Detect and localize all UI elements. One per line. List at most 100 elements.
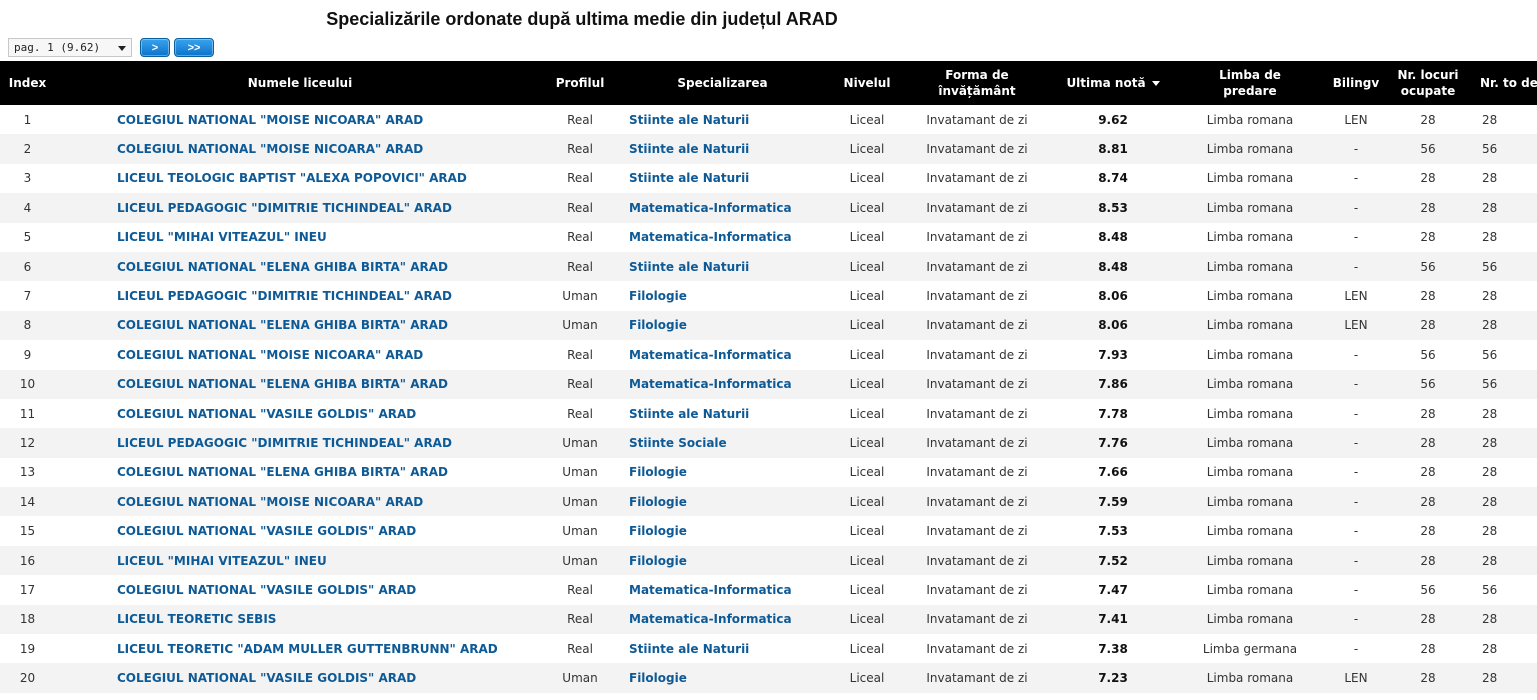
specialization-link[interactable]: Filologie	[629, 554, 687, 568]
specialization-link[interactable]: Matematica-Informatica	[629, 612, 792, 626]
cell-profile: Uman	[562, 524, 598, 539]
school-link[interactable]: LICEUL TEOLOGIC BAPTIST "ALEXA POPOVICI"…	[117, 171, 467, 185]
cell-form: Invatamant de zi	[926, 465, 1028, 480]
table-header-row: Index Numele liceului Profilul Specializ…	[0, 61, 1537, 105]
cell-specialization: Stiinte ale Naturii	[615, 252, 830, 281]
cell-form: Invatamant de zi	[926, 112, 1028, 127]
school-link[interactable]: LICEUL "MIHAI VITEAZUL" INEU	[117, 230, 327, 244]
specialization-link[interactable]: Matematica-Informatica	[629, 201, 792, 215]
cell-index: 10	[19, 377, 36, 392]
specialization-link[interactable]: Matematica-Informatica	[629, 230, 792, 244]
specialization-link[interactable]: Matematica-Informatica	[629, 583, 792, 597]
cell-index: 14	[19, 494, 36, 509]
cell-language: Limba romana	[1206, 494, 1294, 509]
cell-index: 1	[23, 112, 32, 127]
school-link[interactable]: LICEUL "MIHAI VITEAZUL" INEU	[117, 554, 327, 568]
school-link[interactable]: COLEGIUL NATIONAL "ELENA GHIBA BIRTA" AR…	[117, 260, 448, 274]
table-row: 11 COLEGIUL NATIONAL "VASILE GOLDIS" ARAD…	[0, 399, 1537, 428]
header-school[interactable]: Numele liceului	[55, 61, 545, 105]
cell-total: 28	[1482, 612, 1498, 627]
cell-occupied: 56	[1420, 347, 1436, 362]
school-link[interactable]: LICEUL PEDAGOGIC "DIMITRIE TICHINDEAL" A…	[117, 289, 452, 303]
header-specialization[interactable]: Specializarea	[615, 61, 830, 105]
school-link[interactable]: LICEUL TEORETIC "ADAM MULLER GUTTENBRUNN…	[117, 642, 498, 656]
specialization-link[interactable]: Stiinte ale Naturii	[629, 407, 749, 421]
sort-desc-icon	[1151, 81, 1160, 86]
school-link[interactable]: COLEGIUL NATIONAL "VASILE GOLDIS" ARAD	[117, 524, 416, 538]
school-link[interactable]: COLEGIUL NATIONAL "ELENA GHIBA BIRTA" AR…	[117, 377, 448, 391]
specialization-link[interactable]: Matematica-Informatica	[629, 348, 792, 362]
cell-profile: Real	[567, 142, 593, 157]
cell-language: Limba romana	[1206, 318, 1294, 333]
specialization-link[interactable]: Filologie	[629, 289, 687, 303]
cell-form: Invatamant de zi	[926, 171, 1028, 186]
cell-bilingual: -	[1353, 494, 1359, 509]
last-page-button[interactable]: >>	[174, 38, 214, 57]
school-link[interactable]: COLEGIUL NATIONAL "ELENA GHIBA BIRTA" AR…	[117, 318, 448, 332]
header-language[interactable]: Limba de predare	[1176, 61, 1324, 105]
specialization-link[interactable]: Stiinte ale Naturii	[629, 642, 749, 656]
cell-form: Invatamant de zi	[926, 318, 1028, 333]
cell-specialization: Matematica-Informatica	[615, 605, 830, 634]
cell-occupied: 28	[1420, 289, 1436, 304]
specialization-link[interactable]: Stiinte ale Naturii	[629, 113, 749, 127]
cell-index: 15	[19, 524, 36, 539]
header-last-grade-cell[interactable]: Ultima notă	[1050, 61, 1176, 105]
header-last-grade: Ultima notă	[1066, 76, 1146, 90]
cell-level: Liceal	[849, 142, 885, 157]
specialization-link[interactable]: Filologie	[629, 318, 687, 332]
page-select[interactable]: pag. 1 (9.62)	[8, 38, 132, 57]
header-profile[interactable]: Profilul	[545, 61, 615, 105]
school-link[interactable]: COLEGIUL NATIONAL "MOISE NICOARA" ARAD	[117, 113, 423, 127]
cell-form: Invatamant de zi	[926, 641, 1028, 656]
cell-form: Invatamant de zi	[926, 553, 1028, 568]
school-link[interactable]: LICEUL PEDAGOGIC "DIMITRIE TICHINDEAL" A…	[117, 436, 452, 450]
cell-specialization: Filologie	[615, 487, 830, 516]
cell-total: 28	[1482, 289, 1498, 304]
specialization-link[interactable]: Stiinte ale Naturii	[629, 142, 749, 156]
cell-occupied: 28	[1420, 465, 1436, 480]
cell-specialization: Stiinte ale Naturii	[615, 399, 830, 428]
school-link[interactable]: LICEUL TEORETIC SEBIS	[117, 612, 276, 626]
school-link[interactable]: COLEGIUL NATIONAL "MOISE NICOARA" ARAD	[117, 495, 423, 509]
page-select-value: pag. 1 (9.62)	[14, 41, 101, 54]
cell-bilingual: -	[1353, 435, 1359, 450]
specialization-link[interactable]: Stiinte ale Naturii	[629, 171, 749, 185]
cell-school: LICEUL TEORETIC "ADAM MULLER GUTTENBRUNN…	[55, 634, 545, 663]
header-bilingual[interactable]: Bilingv	[1324, 61, 1388, 105]
cell-specialization: Filologie	[615, 546, 830, 575]
next-page-button[interactable]: >	[140, 38, 170, 57]
specialization-link[interactable]: Matematica-Informatica	[629, 377, 792, 391]
specialization-link[interactable]: Filologie	[629, 495, 687, 509]
school-link[interactable]: COLEGIUL NATIONAL "MOISE NICOARA" ARAD	[117, 348, 423, 362]
cell-index: 9	[23, 347, 32, 362]
table-row: 9 COLEGIUL NATIONAL "MOISE NICOARA" ARAD R…	[0, 340, 1537, 369]
cell-school: COLEGIUL NATIONAL "MOISE NICOARA" ARAD	[55, 340, 545, 369]
cell-total: 28	[1482, 465, 1498, 480]
school-link[interactable]: COLEGIUL NATIONAL "MOISE NICOARA" ARAD	[117, 142, 423, 156]
specialization-link[interactable]: Filologie	[629, 465, 687, 479]
header-form[interactable]: Forma de învățământ	[904, 61, 1050, 105]
header-level[interactable]: Nivelul	[830, 61, 904, 105]
specialization-link[interactable]: Filologie	[629, 671, 687, 685]
school-link[interactable]: LICEUL PEDAGOGIC "DIMITRIE TICHINDEAL" A…	[117, 201, 452, 215]
cell-profile: Real	[567, 200, 593, 215]
cell-bilingual: -	[1353, 259, 1359, 274]
specialization-link[interactable]: Stiinte ale Naturii	[629, 260, 749, 274]
cell-last-grade: 7.86	[1098, 377, 1128, 392]
header-index[interactable]: Index	[0, 61, 55, 105]
header-occupied[interactable]: Nr. locuri ocupate	[1388, 61, 1468, 105]
cell-index: 11	[19, 406, 36, 421]
school-link[interactable]: COLEGIUL NATIONAL "ELENA GHIBA BIRTA" AR…	[117, 465, 448, 479]
school-link[interactable]: COLEGIUL NATIONAL "VASILE GOLDIS" ARAD	[117, 671, 416, 685]
table-row: 19 LICEUL TEORETIC "ADAM MULLER GUTTENBRU…	[0, 634, 1537, 663]
table-row: 4 LICEUL PEDAGOGIC "DIMITRIE TICHINDEAL" …	[0, 193, 1537, 223]
cell-profile: Real	[567, 347, 593, 362]
school-link[interactable]: COLEGIUL NATIONAL "VASILE GOLDIS" ARAD	[117, 407, 416, 421]
cell-occupied: 28	[1420, 612, 1436, 627]
specialization-link[interactable]: Filologie	[629, 524, 687, 538]
specialization-link[interactable]: Stiinte Sociale	[629, 436, 727, 450]
school-link[interactable]: COLEGIUL NATIONAL "VASILE GOLDIS" ARAD	[117, 583, 416, 597]
cell-last-grade: 8.06	[1098, 318, 1128, 333]
header-total[interactable]: Nr. to de loc	[1468, 61, 1537, 105]
